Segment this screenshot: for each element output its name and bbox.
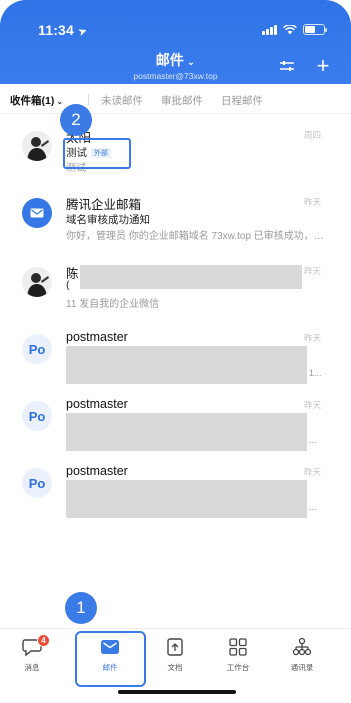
redaction-block	[66, 346, 307, 384]
mail-preview: 11 发自我的企业微信	[66, 299, 160, 310]
mail-date: 昨天	[303, 333, 321, 343]
status-icons	[262, 24, 327, 35]
battery-icon	[303, 24, 327, 35]
redaction-block	[66, 413, 307, 451]
page-title[interactable]: 邮件 ⌄	[0, 50, 351, 70]
mail-date: 昨天	[303, 467, 321, 477]
mail-sender: postmaster	[66, 330, 128, 344]
grid-icon	[229, 638, 247, 656]
avatar	[22, 198, 52, 228]
avatar	[22, 267, 52, 297]
mail-subject: 域名审核成功通知	[66, 214, 150, 226]
redaction-block	[80, 265, 302, 289]
mail-item[interactable]: Po postmaster 昨天 ...	[0, 391, 351, 459]
plus-icon: +	[316, 53, 330, 78]
nav-docs[interactable]: 文档	[145, 637, 205, 673]
avatar	[22, 131, 52, 161]
filter-button[interactable]	[277, 56, 297, 76]
mail-item[interactable]: 陈 昨天 ( 11 发自我的企业微信	[0, 257, 351, 325]
status-bar: 11:34 ➤	[0, 0, 351, 44]
location-arrow-icon: ➤	[76, 24, 90, 40]
mail-date: 昨天	[303, 266, 321, 276]
unread-badge: 4	[37, 634, 50, 647]
chevron-down-icon: ⌄	[186, 57, 196, 68]
mail-icon	[30, 208, 44, 218]
nav-label: 文档	[167, 663, 183, 672]
mail-date: 周四	[303, 130, 321, 140]
mail-date: 昨天	[303, 197, 321, 207]
mail-preview: 你好，管理员 你的企业邮箱域名 73xw.top 已审核成功，现...	[66, 231, 328, 242]
document-icon	[167, 638, 183, 656]
avatar: Po	[22, 468, 52, 498]
preview-ellipsis: 1...	[309, 368, 322, 378]
contacts-icon	[292, 637, 312, 656]
mail-item[interactable]: 太阳 周四 测试 外部 测试	[0, 121, 351, 189]
filter-icon	[280, 61, 294, 71]
mail-sender: 腾讯企业邮箱	[66, 198, 142, 212]
step-1-marker: 1	[65, 592, 97, 624]
avatar: Po	[22, 334, 52, 364]
tab-unread[interactable]: 未读邮件	[101, 93, 143, 108]
mail-sender: postmaster	[66, 464, 128, 478]
mail-tab-highlight-box	[75, 631, 146, 687]
chevron-down-icon: ⌄	[56, 97, 64, 106]
mail-item[interactable]: Po postmaster 昨天 ...	[0, 458, 351, 526]
nav-label: 工作台	[226, 663, 250, 672]
status-time: 11:34 ➤	[38, 22, 90, 40]
nav-label: 通讯录	[290, 663, 314, 672]
mail-item[interactable]: Po postmaster 昨天 1...	[0, 324, 351, 392]
mail-date: 昨天	[303, 400, 321, 410]
mail-sender: postmaster	[66, 397, 128, 411]
tab-divider	[88, 94, 89, 105]
subject-highlight-box	[63, 138, 131, 169]
nav-contacts[interactable]: 通讯录	[272, 637, 332, 673]
tab-schedule[interactable]: 日程邮件	[221, 93, 263, 108]
preview-ellipsis: ...	[309, 435, 317, 445]
nav-label: 消息	[24, 663, 40, 672]
account-email: postmaster@73xw.top	[133, 71, 218, 81]
nav-messages[interactable]: 4 消息	[2, 634, 62, 673]
signal-icon	[262, 24, 277, 35]
home-indicator	[118, 690, 236, 694]
preview-ellipsis: ...	[309, 502, 317, 512]
step-2-marker: 2	[60, 104, 92, 136]
tab-approval[interactable]: 审批邮件	[161, 93, 203, 108]
wifi-icon	[283, 24, 297, 35]
avatar: Po	[22, 401, 52, 431]
redaction-block	[66, 480, 307, 518]
header-title-block[interactable]: 邮件 ⌄ postmaster@73xw.top	[0, 50, 351, 81]
mail-item[interactable]: 腾讯企业邮箱 昨天 域名审核成功通知 你好，管理员 你的企业邮箱域名 73xw.…	[0, 188, 351, 256]
mail-subject: (	[66, 279, 70, 291]
nav-workbench[interactable]: 工作台	[208, 637, 268, 673]
compose-button[interactable]: +	[313, 53, 333, 78]
app-header: 11:34 ➤ 邮件 ⌄ postmaster@73xw.top +	[0, 0, 351, 84]
mail-filter-tabs: 收件箱(1) ⌄ 未读邮件 审批邮件 日程邮件	[0, 84, 351, 114]
phone-screen: 11:34 ➤ 邮件 ⌄ postmaster@73xw.top + 收件箱(1) ⌄	[0, 0, 351, 703]
time-text: 11:34	[38, 22, 75, 38]
tab-inbox[interactable]: 收件箱(1) ⌄	[10, 93, 63, 108]
